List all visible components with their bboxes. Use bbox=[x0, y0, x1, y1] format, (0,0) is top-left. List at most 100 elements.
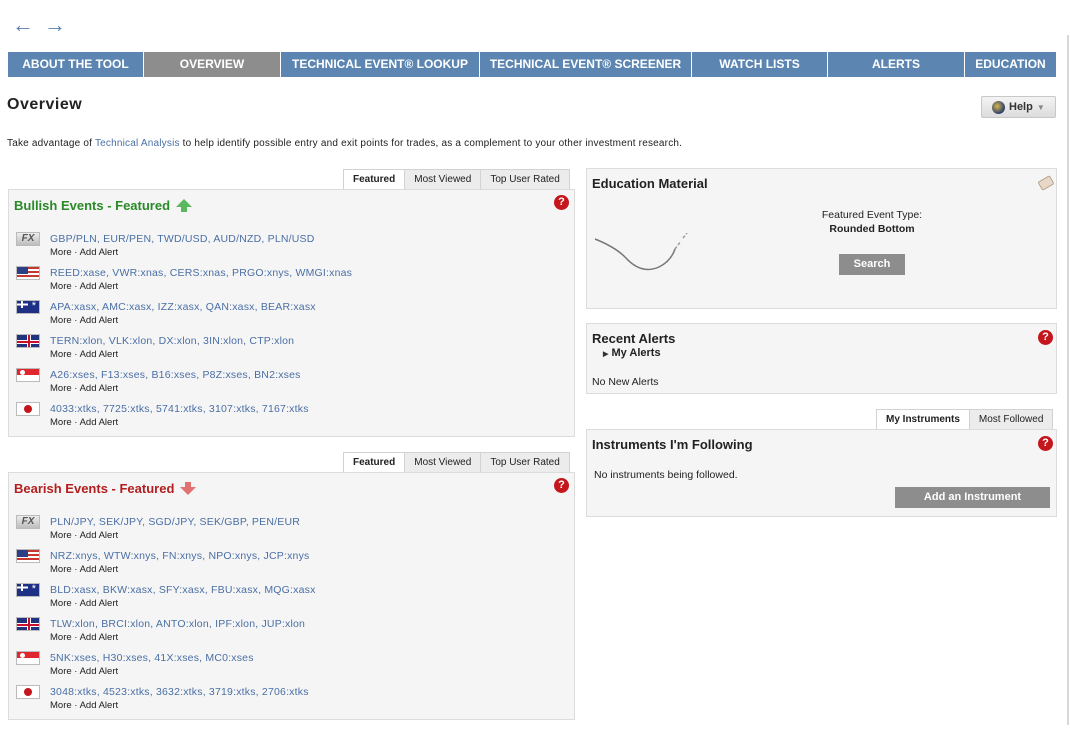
add-alert-link[interactable]: Add Alert bbox=[80, 598, 119, 609]
nav-tab-education[interactable]: EDUCATION bbox=[965, 52, 1056, 77]
arrow-right-icon[interactable]: → bbox=[44, 14, 66, 36]
tab-featured[interactable]: Featured bbox=[343, 452, 406, 473]
nav-tab-lookup[interactable]: TECHNICAL EVENT® LOOKUP bbox=[281, 52, 480, 77]
row-actions: More · Add Alert bbox=[50, 383, 118, 394]
more-link[interactable]: More bbox=[50, 349, 72, 360]
event-row: FX GBP/PLN, EUR/PEN, TWD/USD, AUD/NZD, PL… bbox=[16, 232, 566, 266]
more-link[interactable]: More bbox=[50, 530, 72, 541]
row-actions: More · Add Alert bbox=[50, 247, 118, 258]
separator: · bbox=[71, 247, 80, 258]
bearish-tabs: Featured Most Viewed Top User Rated bbox=[343, 452, 570, 473]
tab-most-viewed[interactable]: Most Viewed bbox=[404, 169, 482, 189]
ticker-links[interactable]: APA:xasx, AMC:xasx, IZZ:xasx, QAN:xasx, … bbox=[50, 301, 316, 313]
ticker-links[interactable]: TLW:xlon, BRCI:xlon, ANTO:xlon, IPF:xlon… bbox=[50, 618, 305, 630]
arrow-left-icon[interactable]: ← bbox=[12, 14, 34, 36]
help-circle-icon[interactable]: ? bbox=[554, 478, 569, 493]
more-link[interactable]: More bbox=[50, 315, 72, 326]
ticker-links[interactable]: 5NK:xses, H30:xses, 41X:xses, MC0:xses bbox=[50, 652, 254, 664]
ticker-links[interactable]: 4033:xtks, 7725:xtks, 5741:xtks, 3107:xt… bbox=[50, 403, 309, 415]
ticker-links[interactable]: BLD:xasx, BKW:xasx, SFY:xasx, FBU:xasx, … bbox=[50, 584, 316, 596]
more-link[interactable]: More bbox=[50, 383, 72, 394]
event-row: FX PLN/JPY, SEK/JPY, SGD/JPY, SEK/GBP, PE… bbox=[16, 515, 566, 549]
technical-analysis-link[interactable]: Technical Analysis bbox=[95, 138, 180, 149]
row-actions: More · Add Alert bbox=[50, 598, 118, 609]
ticker-links[interactable]: 3048:xtks, 4523:xtks, 3632:xtks, 3719:xt… bbox=[50, 686, 309, 698]
event-row: REED:xase, VWR:xnas, CERS:xnas, PRGO:xny… bbox=[16, 266, 566, 300]
tab-most-viewed[interactable]: Most Viewed bbox=[404, 452, 482, 472]
bullish-panel: Bullish Events - Featured ? FX GBP/PLN, E… bbox=[8, 189, 575, 437]
ticker-links[interactable]: PLN/JPY, SEK/JPY, SGD/JPY, SEK/GBP, PEN/… bbox=[50, 516, 300, 528]
separator: · bbox=[71, 598, 80, 609]
event-type-value: Rounded Bottom bbox=[829, 223, 915, 235]
add-alert-link[interactable]: Add Alert bbox=[80, 530, 119, 541]
ticker-links[interactable]: REED:xase, VWR:xnas, CERS:xnas, PRGO:xny… bbox=[50, 267, 352, 279]
caret-down-icon: ▼ bbox=[1036, 102, 1045, 112]
help-circle-icon[interactable]: ? bbox=[1038, 436, 1053, 451]
event-type-label: Featured Event Type: bbox=[821, 209, 923, 221]
add-alert-link[interactable]: Add Alert bbox=[80, 666, 119, 677]
more-link[interactable]: More bbox=[50, 417, 72, 428]
add-alert-link[interactable]: Add Alert bbox=[80, 247, 119, 258]
tab-my-instruments[interactable]: My Instruments bbox=[876, 409, 970, 430]
recent-alerts-panel: Recent Alerts ? ▶ My Alerts No New Alert… bbox=[586, 323, 1057, 394]
nav-tab-screener[interactable]: TECHNICAL EVENT® SCREENER bbox=[480, 52, 692, 77]
more-link[interactable]: More bbox=[50, 564, 72, 575]
add-alert-link[interactable]: Add Alert bbox=[80, 315, 119, 326]
more-link[interactable]: More bbox=[50, 632, 72, 643]
flag-au-icon bbox=[16, 300, 40, 314]
row-actions: More · Add Alert bbox=[50, 315, 118, 326]
more-link[interactable]: More bbox=[50, 598, 72, 609]
no-instruments-text: No instruments being followed. bbox=[594, 469, 738, 481]
bullish-list: FX GBP/PLN, EUR/PEN, TWD/USD, AUD/NZD, PL… bbox=[16, 232, 566, 436]
flag-us-icon bbox=[16, 549, 40, 563]
bearish-heading: Bearish Events - Featured bbox=[14, 481, 197, 496]
help-circle-icon[interactable]: ? bbox=[554, 195, 569, 210]
nav-tab-overview[interactable]: OVERVIEW bbox=[144, 52, 281, 77]
event-row: 3048:xtks, 4523:xtks, 3632:xtks, 3719:xt… bbox=[16, 685, 566, 719]
add-alert-link[interactable]: Add Alert bbox=[80, 564, 119, 575]
more-link[interactable]: More bbox=[50, 666, 72, 677]
add-alert-link[interactable]: Add Alert bbox=[80, 383, 119, 394]
flag-fx-icon: FX bbox=[16, 515, 40, 529]
row-actions: More · Add Alert bbox=[50, 632, 118, 643]
event-row: A26:xses, F13:xses, B16:xses, P8Z:xses, … bbox=[16, 368, 566, 402]
recent-alerts-title: Recent Alerts bbox=[592, 331, 676, 346]
nav-tab-about[interactable]: ABOUT THE TOOL bbox=[8, 52, 144, 77]
tab-top-user-rated[interactable]: Top User Rated bbox=[480, 169, 570, 189]
tab-top-user-rated[interactable]: Top User Rated bbox=[480, 452, 570, 472]
separator: · bbox=[71, 281, 80, 292]
row-actions: More · Add Alert bbox=[50, 666, 118, 677]
instrument-tabs: My Instruments Most Followed bbox=[876, 409, 1054, 430]
flag-fx-icon: FX bbox=[16, 232, 40, 246]
page-scrollbar[interactable] bbox=[1067, 35, 1069, 725]
add-alert-link[interactable]: Add Alert bbox=[80, 281, 119, 292]
ticker-links[interactable]: TERN:xlon, VLK:xlon, DX:xlon, 3IN:xlon, … bbox=[50, 335, 294, 347]
add-alert-link[interactable]: Add Alert bbox=[80, 349, 119, 360]
add-instrument-button[interactable]: Add an Instrument bbox=[895, 487, 1050, 508]
nav-tab-alerts[interactable]: ALERTS bbox=[828, 52, 965, 77]
more-link[interactable]: More bbox=[50, 281, 72, 292]
event-row: BLD:xasx, BKW:xasx, SFY:xasx, FBU:xasx, … bbox=[16, 583, 566, 617]
nav-tab-watch-lists[interactable]: WATCH LISTS bbox=[692, 52, 828, 77]
my-alerts-label: My Alerts bbox=[611, 347, 661, 359]
more-link[interactable]: More bbox=[50, 247, 72, 258]
help-button[interactable]: Help ▼ bbox=[981, 96, 1056, 118]
arrow-up-icon bbox=[176, 198, 193, 212]
add-alert-link[interactable]: Add Alert bbox=[80, 417, 119, 428]
more-link[interactable]: More bbox=[50, 700, 72, 711]
separator: · bbox=[71, 666, 80, 677]
ticker-links[interactable]: A26:xses, F13:xses, B16:xses, P8Z:xses, … bbox=[50, 369, 301, 381]
my-alerts-toggle[interactable]: ▶ My Alerts bbox=[603, 347, 661, 359]
help-circle-icon[interactable]: ? bbox=[1038, 330, 1053, 345]
ticker-links[interactable]: GBP/PLN, EUR/PEN, TWD/USD, AUD/NZD, PLN/… bbox=[50, 233, 315, 245]
add-alert-link[interactable]: Add Alert bbox=[80, 632, 119, 643]
ticker-links[interactable]: NRZ:xnys, WTW:xnys, FN:xnys, NPO:xnys, J… bbox=[50, 550, 309, 562]
add-alert-link[interactable]: Add Alert bbox=[80, 700, 119, 711]
bullish-tabs: Featured Most Viewed Top User Rated bbox=[343, 169, 570, 190]
triangle-right-icon: ▶ bbox=[603, 351, 609, 358]
event-row: 5NK:xses, H30:xses, 41X:xses, MC0:xses Mo… bbox=[16, 651, 566, 685]
flag-jp-icon bbox=[16, 402, 40, 416]
search-button[interactable]: Search bbox=[839, 254, 905, 275]
tab-most-followed[interactable]: Most Followed bbox=[968, 409, 1054, 429]
tab-featured[interactable]: Featured bbox=[343, 169, 406, 190]
